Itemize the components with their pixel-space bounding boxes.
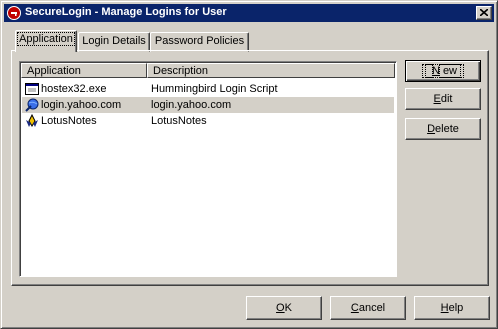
dialog-window: SecureLogin - Manage Logins for User App…	[0, 0, 498, 329]
tab-login-details-label: Login Details	[82, 35, 146, 47]
tab-password-policies[interactable]: Password Policies	[150, 32, 249, 52]
tab-password-policies-label: Password Policies	[154, 35, 245, 47]
list-item[interactable]: hostex32.exe Hummingbird Login Script	[22, 81, 394, 97]
column-header-application[interactable]: Application	[21, 63, 147, 78]
edit-button-label: Edit	[433, 93, 453, 105]
delete-button-label: Delete	[427, 123, 459, 135]
row-description: login.yahoo.com	[151, 99, 232, 111]
list-item-selected[interactable]: login.yahoo.com login.yahoo.com	[22, 97, 394, 113]
ok-button-label: OK	[276, 302, 292, 314]
new-button[interactable]: New	[405, 60, 481, 82]
row-application: hostex32.exe	[41, 83, 107, 95]
tab-login-details[interactable]: Login Details	[78, 32, 150, 52]
column-header-application-label: Application	[27, 65, 81, 77]
help-button[interactable]: Help	[414, 296, 490, 320]
list-item[interactable]: LotusNotes LotusNotes	[22, 113, 394, 129]
help-button-label: Help	[440, 302, 464, 314]
close-button[interactable]	[476, 6, 492, 20]
row-application: LotusNotes	[41, 115, 97, 127]
row-description: Hummingbird Login Script	[151, 83, 278, 95]
window-title: SecureLogin - Manage Logins for User	[25, 6, 227, 18]
edit-button[interactable]: Edit	[405, 88, 481, 110]
row-description: LotusNotes	[151, 115, 207, 127]
column-header-description[interactable]: Description	[147, 63, 395, 78]
window-app-icon	[25, 83, 39, 95]
cancel-button[interactable]: Cancel	[330, 296, 406, 320]
securelogin-key-icon	[7, 6, 21, 20]
row-application: login.yahoo.com	[41, 99, 122, 111]
new-button-label: New	[421, 64, 465, 78]
close-icon	[480, 9, 488, 16]
tab-application[interactable]: Application	[15, 30, 77, 52]
delete-button[interactable]: Delete	[405, 118, 481, 140]
applications-list[interactable]: Application Description hostex32.exe Hum…	[19, 61, 397, 277]
title-bar[interactable]: SecureLogin - Manage Logins for User	[4, 4, 494, 22]
lotus-notes-icon	[26, 114, 38, 127]
tab-application-label: Application	[17, 32, 75, 46]
cancel-button-label: Cancel	[350, 302, 386, 314]
ok-button[interactable]: OK	[246, 296, 322, 320]
web-globe-icon	[25, 98, 39, 112]
column-header-description-label: Description	[153, 65, 209, 77]
